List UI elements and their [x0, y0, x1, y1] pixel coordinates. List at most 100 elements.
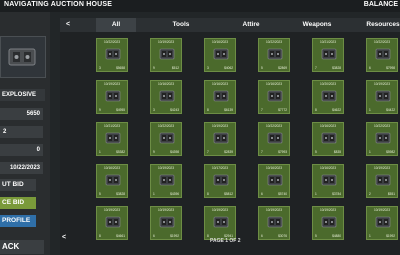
listing-date: 10/22/2023: [104, 40, 120, 44]
listing-price: $551: [387, 192, 395, 196]
listing-quantity: 6: [369, 66, 371, 70]
listing-card[interactable]: 10/16/2023 3 $4243: [150, 80, 182, 114]
explosive-device-icon: [375, 216, 391, 228]
listing-card[interactable]: 10/19/2023 8 $4661: [96, 206, 128, 240]
listing-date: 10/19/2023: [158, 208, 174, 212]
prev-tab-arrow[interactable]: <: [66, 21, 70, 28]
listing-quantity: 5: [261, 66, 263, 70]
explosive-device-icon: [321, 174, 337, 186]
listing-quantity: 1: [153, 192, 155, 196]
listing-price: $3828: [332, 66, 341, 70]
back-button[interactable]: ACK: [0, 240, 44, 254]
listing-card[interactable]: 10/22/2023 1 $5982: [366, 122, 398, 156]
explosive-device-icon: [267, 90, 283, 102]
explosive-device-icon: [213, 48, 229, 60]
listing-quantity: 2: [369, 192, 371, 196]
tab-tools[interactable]: Tools: [158, 18, 204, 32]
explosive-device-icon: [321, 90, 337, 102]
listing-date: 10/22/2023: [158, 124, 174, 128]
listing-card[interactable]: 10/19/2023 1 $4422: [366, 80, 398, 114]
tab-attire[interactable]: Attire: [228, 18, 274, 32]
listing-date: 10/20/2023: [320, 82, 336, 86]
listing-date: 10/19/2023: [320, 208, 336, 212]
listing-card[interactable]: 10/22/2023 5 $2869: [258, 38, 290, 72]
explosive-device-icon: [375, 90, 391, 102]
listing-card[interactable]: 10/19/2023 8 $2941: [204, 206, 236, 240]
explosive-device-icon: [321, 48, 337, 60]
top-bar: NAVIGATING AUCTION HOUSE BALANCE: [0, 0, 400, 12]
category-tabs: < All Tools Attire Weapons Resources: [60, 18, 400, 32]
quantity-field[interactable]: 2: [0, 126, 43, 138]
listing-quantity: 8: [315, 108, 317, 112]
profile-button[interactable]: PROFILE: [0, 215, 36, 227]
put-bid-button[interactable]: UT BID: [0, 179, 36, 191]
listing-price: $5382: [116, 150, 125, 154]
listing-card[interactable]: 10/22/2023 6 $7998: [366, 38, 398, 72]
listing-card[interactable]: 10/16/2023 5 $3828: [96, 164, 128, 198]
listing-quantity: 3: [99, 66, 101, 70]
listing-price: $4955: [116, 108, 125, 112]
prev-page-arrow[interactable]: <: [62, 234, 66, 241]
listing-quantity: 9: [153, 66, 155, 70]
listing-date: 10/16/2023: [320, 166, 336, 170]
listing-card[interactable]: 10/19/2023 9 $512: [150, 38, 182, 72]
explosive-device-icon: [213, 174, 229, 186]
listing-quantity: 1: [315, 192, 317, 196]
listing-quantity: 3: [207, 66, 209, 70]
listing-card[interactable]: 10/22/2023 9 $4398: [150, 122, 182, 156]
listing-date: 10/19/2023: [374, 166, 390, 170]
listing-card[interactable]: 10/19/2023 1 $1992: [366, 206, 398, 240]
explosive-device-icon: [321, 216, 337, 228]
tab-resources[interactable]: Resources: [360, 18, 400, 32]
listing-card[interactable]: 10/19/2023 2 $551: [366, 164, 398, 198]
listing-card[interactable]: 10/16/2023 1 $3784: [312, 164, 344, 198]
explosive-device-icon: [105, 216, 121, 228]
explosive-device-icon: [267, 132, 283, 144]
listing-card[interactable]: 10/19/2023 1 $4396: [150, 164, 182, 198]
listing-card[interactable]: 10/16/2023 6 $5740: [258, 164, 290, 198]
listing-price: $7772: [278, 108, 287, 112]
item-preview: [0, 36, 46, 78]
listing-quantity: 1: [369, 108, 371, 112]
explosive-device-icon: [159, 48, 175, 60]
bid-amount-field[interactable]: 5650: [0, 108, 43, 120]
explosive-device-icon: [321, 132, 337, 144]
listing-quantity: 5: [99, 192, 101, 196]
listing-date: 10/16/2023: [158, 82, 174, 86]
listing-card[interactable]: 10/16/2023 8 $6139: [204, 80, 236, 114]
listing-price: $5812: [224, 192, 233, 196]
listing-card[interactable]: 10/19/2023 7 $2839: [204, 122, 236, 156]
listing-card[interactable]: 10/19/2023 5 $4880: [312, 206, 344, 240]
listing-card[interactable]: 10/20/2023 8 $4622: [312, 80, 344, 114]
listing-quantity: 1: [99, 150, 101, 154]
listing-price: $2869: [278, 66, 287, 70]
listing-date: 10/19/2023: [212, 124, 228, 128]
explosive-device-icon: [159, 174, 175, 186]
listing-card[interactable]: 10/16/2023 5 $835: [312, 122, 344, 156]
listing-card[interactable]: 10/16/2023 7 $7772: [258, 80, 290, 114]
listing-card[interactable]: 10/21/2023 1 $5382: [96, 122, 128, 156]
explosive-device-icon: [267, 216, 283, 228]
explosive-device-icon: [105, 174, 121, 186]
listing-card[interactable]: 10/19/2023 6 $3076: [258, 206, 290, 240]
listing-quantity: 6: [261, 192, 263, 196]
min-bid-field[interactable]: 0: [0, 144, 43, 156]
listing-card[interactable]: 10/17/2023 8 $5812: [204, 164, 236, 198]
listing-price: $5658: [116, 66, 125, 70]
listing-card[interactable]: 10/16/2023 3 $4062: [204, 38, 236, 72]
tab-all[interactable]: All: [96, 18, 136, 32]
explosive-device-icon: [267, 174, 283, 186]
date-field[interactable]: 10/22/2023: [0, 162, 43, 174]
listing-quantity: 7: [207, 150, 209, 154]
tab-weapons[interactable]: Weapons: [294, 18, 340, 32]
listing-card[interactable]: 10/21/2023 7 $3828: [312, 38, 344, 72]
explosive-device-icon: [105, 90, 121, 102]
listing-price: $4062: [224, 66, 233, 70]
auction-panel: < All Tools Attire Weapons Resources 10/…: [60, 18, 400, 255]
listing-card[interactable]: 10/19/2023 6 $1992: [150, 206, 182, 240]
listing-date: 10/19/2023: [104, 208, 120, 212]
listing-card[interactable]: 10/19/2023 9 $4955: [96, 80, 128, 114]
listing-card[interactable]: 10/22/2023 3 $5658: [96, 38, 128, 72]
listing-card[interactable]: 10/22/2023 7 $7993: [258, 122, 290, 156]
place-bid-button[interactable]: CE BID: [0, 197, 36, 209]
